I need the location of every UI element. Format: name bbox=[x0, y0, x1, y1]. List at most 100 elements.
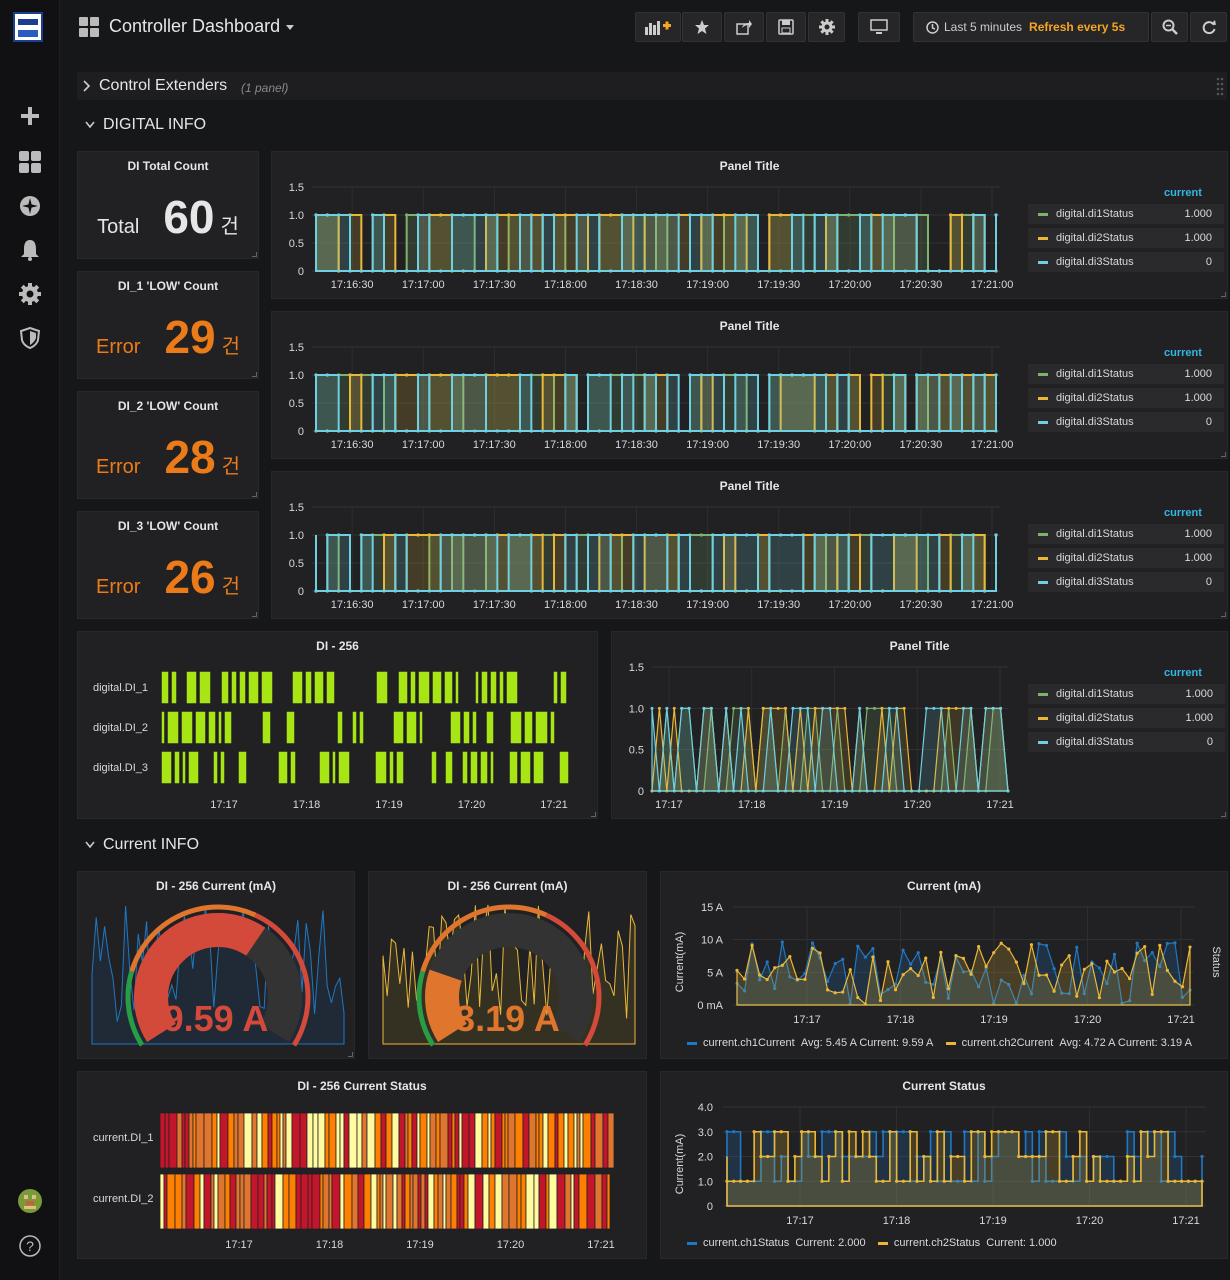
resize-handle[interactable] bbox=[1221, 812, 1226, 817]
data-point bbox=[833, 1130, 838, 1134]
status-segment bbox=[480, 670, 489, 705]
drag-handle-icon[interactable] bbox=[1216, 76, 1224, 96]
data-point bbox=[1135, 951, 1139, 955]
explore-icon[interactable] bbox=[18, 194, 42, 218]
status-segment bbox=[220, 670, 230, 705]
status-segment bbox=[538, 1112, 544, 1169]
panel-title-graph-1[interactable]: Panel Title 1.5 1.0 0.5 0 17:16:30 17:17:00 17… bbox=[271, 151, 1228, 299]
star-button[interactable] bbox=[682, 12, 722, 42]
stat-prefix: Error bbox=[95, 336, 141, 358]
status-segment bbox=[159, 1112, 166, 1169]
zoom-out-button[interactable] bbox=[1151, 12, 1188, 42]
legend-row[interactable]: digital.di3Status 0 bbox=[1028, 572, 1224, 592]
data-point bbox=[903, 213, 907, 217]
row-digital-info[interactable]: DIGITAL INFO bbox=[85, 116, 206, 134]
user-avatar[interactable] bbox=[18, 1189, 42, 1213]
stat-panel[interactable]: DI Total Count Total 60 건 bbox=[77, 151, 259, 259]
data-point bbox=[1064, 1179, 1068, 1183]
legend-row[interactable]: digital.di2Status 1.000 bbox=[1028, 388, 1224, 408]
legend-series-name[interactable]: current.ch2Status bbox=[894, 1237, 980, 1249]
data-point bbox=[881, 213, 885, 217]
status-segment bbox=[271, 1173, 276, 1230]
refresh-button[interactable] bbox=[1190, 12, 1227, 42]
legend-row[interactable]: digital.di1Status 1.000 bbox=[1028, 524, 1224, 544]
panel-title: DI Total Count bbox=[127, 159, 209, 173]
data-point bbox=[841, 957, 845, 961]
status-segment bbox=[374, 1112, 382, 1169]
x-tick-label: 17:18 bbox=[316, 1239, 344, 1251]
legend-row[interactable]: digital.di2Status 1.000 bbox=[1028, 708, 1225, 728]
dashboard-title[interactable]: Controller Dashboard bbox=[109, 16, 295, 37]
data-point bbox=[732, 706, 736, 710]
legend-row[interactable]: digital.di1Status 1.000 bbox=[1028, 684, 1225, 704]
data-point bbox=[962, 706, 965, 710]
resize-handle[interactable] bbox=[252, 492, 257, 497]
shield-icon[interactable] bbox=[18, 326, 42, 350]
data-point bbox=[780, 963, 784, 967]
status-segment bbox=[337, 750, 351, 785]
save-button[interactable] bbox=[766, 12, 806, 42]
legend-row[interactable]: digital.di3Status 0 bbox=[1028, 412, 1224, 432]
panel-title-graph-3[interactable]: Panel Title 1.5 1.0 0.5 0 17:16:30 17:17:00 17… bbox=[271, 471, 1228, 619]
resize-handle[interactable] bbox=[252, 612, 257, 617]
row-current-info[interactable]: Current INFO bbox=[85, 836, 199, 854]
data-point bbox=[484, 213, 488, 217]
current-status-heat-panel[interactable]: DI - 256 Current Status current.DI_1 curr… bbox=[77, 1071, 647, 1259]
add-panel-button[interactable] bbox=[635, 12, 681, 42]
legend-series-name[interactable]: current.ch1Status bbox=[703, 1237, 789, 1249]
alert-bell-icon[interactable] bbox=[18, 238, 42, 262]
resize-handle[interactable] bbox=[252, 372, 257, 377]
panel-title-graph-2[interactable]: Panel Title 1.5 1.0 0.5 0 17:16:30 17:17:00 17… bbox=[271, 311, 1228, 459]
panel-title-graph-4[interactable]: Panel Title 1.5 1.0 0.5 0 17:17 17:18 17:19 17:… bbox=[611, 631, 1228, 819]
data-point bbox=[903, 533, 907, 537]
help-icon[interactable]: ? bbox=[18, 1234, 42, 1258]
data-point bbox=[325, 213, 329, 217]
resize-handle[interactable] bbox=[1221, 612, 1226, 617]
legend-row[interactable]: digital.di1Status 1.000 bbox=[1028, 364, 1224, 384]
legend-series-name[interactable]: current.ch2Current bbox=[962, 1037, 1054, 1049]
data-point bbox=[1105, 959, 1109, 963]
data-point bbox=[791, 706, 795, 710]
data-point bbox=[405, 589, 409, 593]
status-segment bbox=[306, 1112, 314, 1169]
status-segment bbox=[431, 670, 443, 705]
gauge-panel-ch2[interactable]: DI - 256 Current (mA) 3.19 A bbox=[368, 871, 647, 1059]
plus-icon[interactable] bbox=[18, 104, 42, 128]
data-point bbox=[854, 1154, 858, 1159]
stat-panel[interactable]: DI_1 'LOW' Count Error 29 건 bbox=[77, 271, 259, 379]
x-tick-label: 17:20 bbox=[903, 799, 931, 811]
legend-row[interactable]: digital.di2Status 1.000 bbox=[1028, 228, 1224, 248]
dashboards-icon[interactable] bbox=[18, 150, 42, 174]
di256-panel[interactable]: DI - 256 digital.DI_1 digital.DI_2 digital… bbox=[77, 631, 598, 819]
data-point bbox=[813, 373, 817, 377]
resize-handle[interactable] bbox=[348, 1052, 353, 1057]
data-point bbox=[847, 589, 851, 593]
current-ma-panel[interactable]: Current (mA) 15 A 10 A5 A0 mA Current(mA) S… bbox=[660, 871, 1228, 1059]
x-tick-label: 17:18:30 bbox=[615, 599, 658, 611]
resize-handle[interactable] bbox=[591, 812, 596, 817]
share-button[interactable] bbox=[724, 12, 764, 42]
legend-row[interactable]: digital.di2Status 1.000 bbox=[1028, 548, 1224, 568]
tv-mode-button[interactable] bbox=[858, 12, 900, 42]
gauge-panel-ch1[interactable]: DI - 256 Current (mA) 9.59 A bbox=[77, 871, 355, 1059]
time-range-picker[interactable]: Last 5 minutes Refresh every 5s bbox=[913, 12, 1149, 42]
data-point bbox=[942, 1179, 946, 1183]
x-tick-label: 17:21 bbox=[587, 1239, 615, 1251]
data-point bbox=[962, 1179, 967, 1183]
legend-series-name[interactable]: current.ch1Current bbox=[703, 1037, 795, 1049]
row-control-extenders[interactable]: Control Extenders (1 panel) bbox=[77, 72, 1227, 100]
y-tick-label: 0.5 bbox=[289, 238, 304, 250]
legend-row[interactable]: digital.di3Status 0 bbox=[1028, 732, 1225, 752]
current-status-panel[interactable]: Current Status 4.0 3.0 2.0 1.0 0 Current(mA) 1… bbox=[660, 1071, 1228, 1259]
stat-panel[interactable]: DI_2 'LOW' Count Error 28 건 bbox=[77, 391, 259, 499]
legend-row[interactable]: digital.di1Status 1.000 bbox=[1028, 204, 1224, 224]
resize-handle[interactable] bbox=[1221, 292, 1226, 297]
gear-icon[interactable] bbox=[18, 282, 42, 306]
settings-button[interactable] bbox=[808, 12, 845, 42]
stat-panel[interactable]: DI_3 'LOW' Count Error 26 건 bbox=[77, 511, 259, 619]
legend-row[interactable]: digital.di3Status 0 bbox=[1028, 252, 1224, 272]
resize-handle[interactable] bbox=[252, 252, 257, 257]
company-logo[interactable] bbox=[13, 12, 43, 42]
resize-handle[interactable] bbox=[1221, 452, 1226, 457]
data-point bbox=[880, 706, 884, 710]
